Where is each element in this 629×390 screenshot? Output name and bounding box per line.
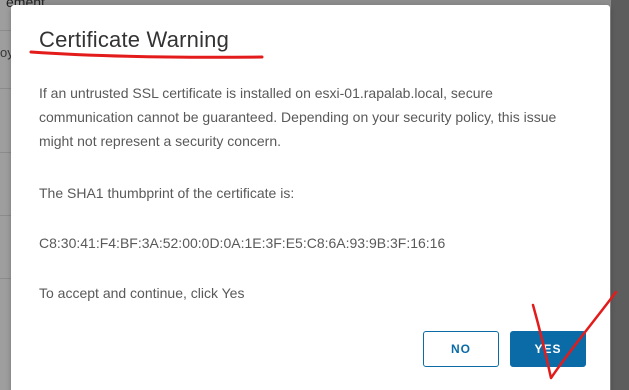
yes-button[interactable]: YES	[510, 331, 586, 367]
certificate-warning-dialog: Certificate Warning If an untrusted SSL …	[11, 5, 610, 390]
warning-message: If an untrusted SSL certificate is insta…	[39, 85, 557, 149]
thumbprint-value: C8:30:41:F4:BF:3A:52:00:0D:0A:1E:3F:E5:C…	[39, 235, 446, 251]
thumbprint-label: The SHA1 thumbprint of the certificate i…	[39, 185, 295, 201]
dialog-title: Certificate Warning	[39, 27, 230, 52]
accept-instruction: To accept and continue, click Yes	[39, 285, 245, 301]
no-button[interactable]: NO	[423, 331, 499, 367]
